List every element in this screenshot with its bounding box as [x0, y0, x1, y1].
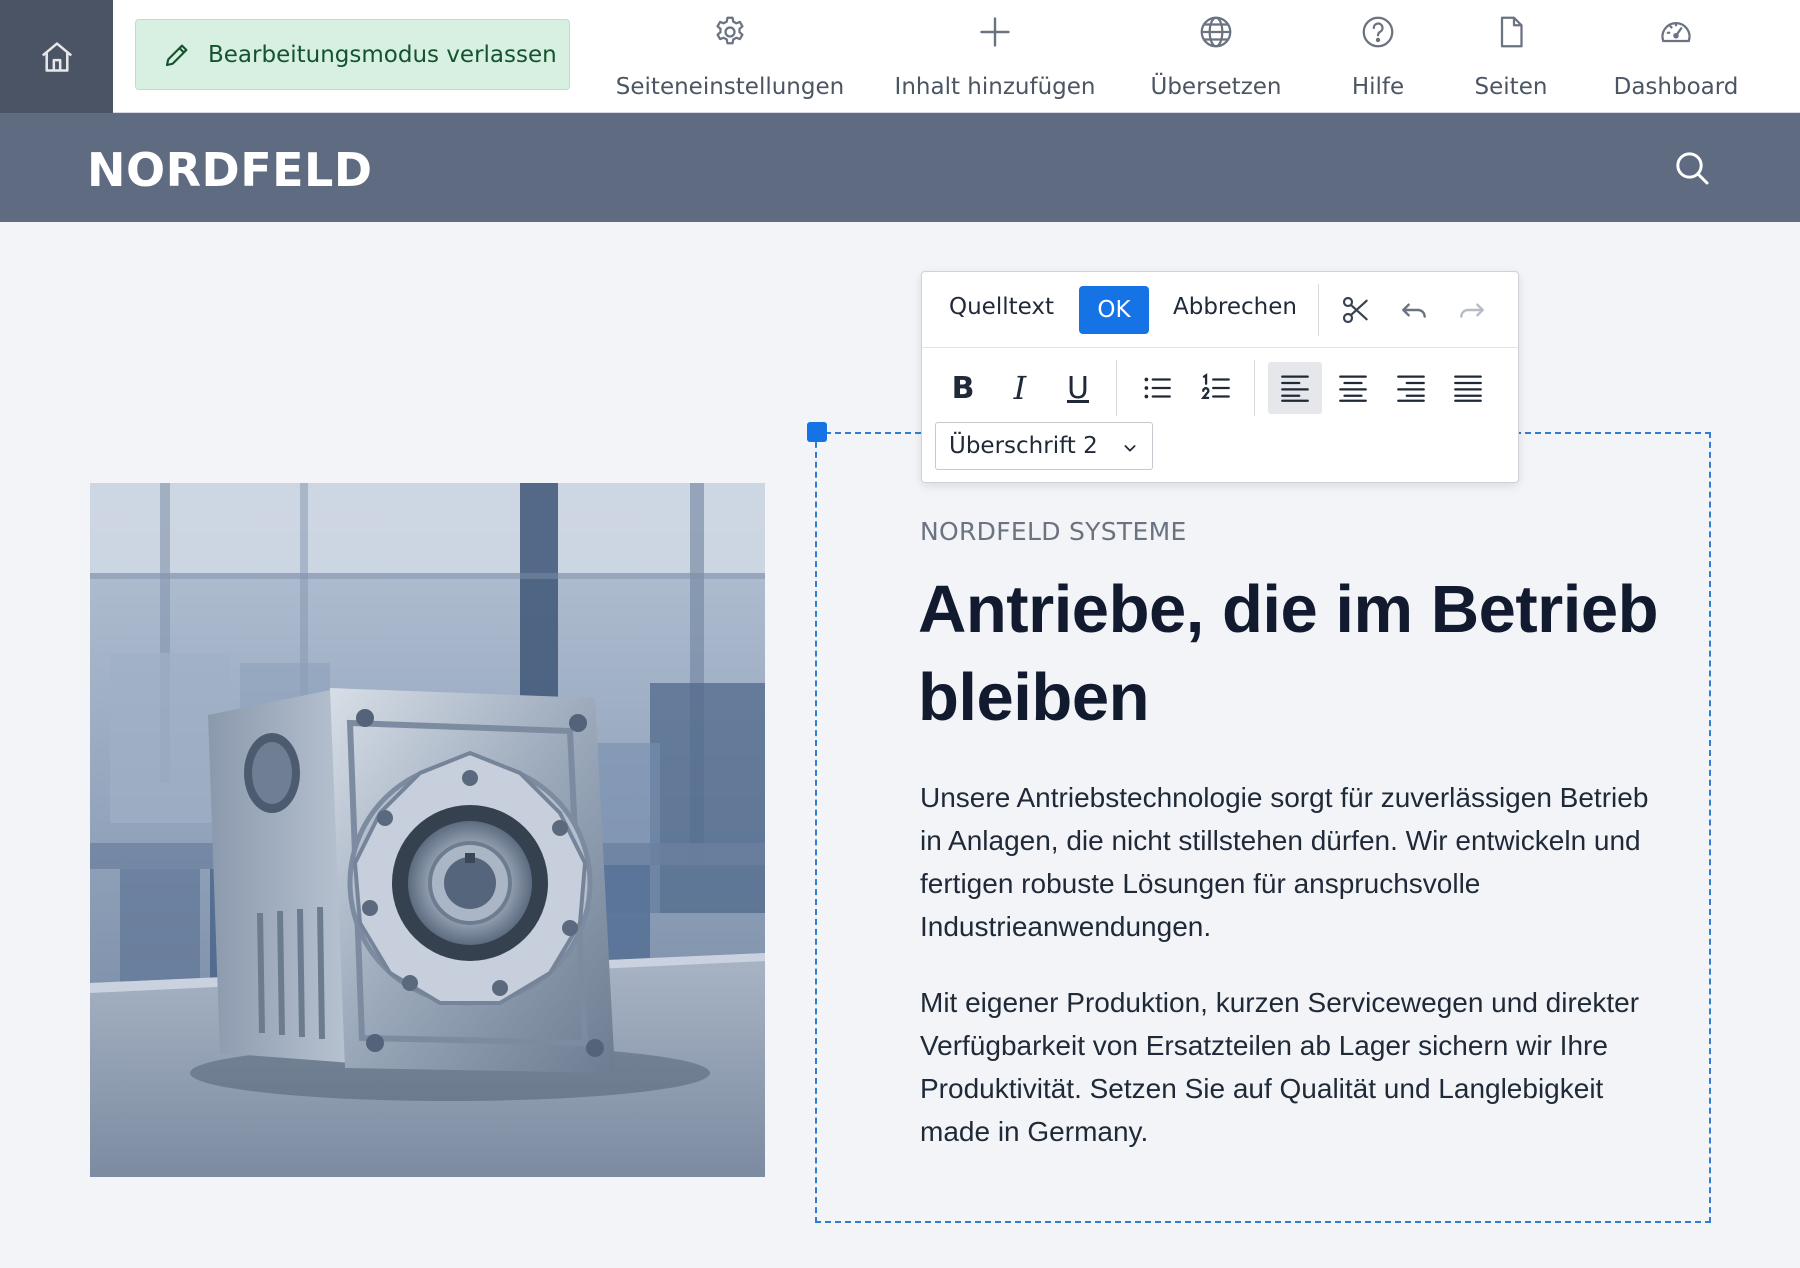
cancel-button[interactable]: Abbrechen	[1173, 294, 1297, 320]
exit-edit-mode-label: Bearbeitungsmodus verlassen	[208, 41, 557, 68]
bold-button[interactable]: B	[940, 365, 986, 411]
scissors-icon	[1342, 296, 1368, 324]
separator	[1254, 360, 1255, 416]
translate-label: Übersetzen	[1150, 74, 1282, 100]
undo-icon	[1402, 303, 1426, 318]
site-logo[interactable]: NORDFELD	[87, 143, 373, 197]
help-label: Hilfe	[1351, 74, 1405, 100]
redo-button[interactable]	[1454, 292, 1490, 328]
page-icon	[1500, 16, 1523, 48]
pencil-icon	[165, 44, 188, 66]
search-button[interactable]	[1672, 148, 1712, 192]
site-header: NORDFELD	[0, 113, 1800, 222]
block-drag-handle[interactable]	[807, 422, 827, 442]
home-button[interactable]	[0, 0, 113, 113]
pages-button[interactable]: Seiten	[1473, 14, 1549, 100]
bullet-list-button[interactable]	[1134, 365, 1180, 411]
bold-icon: B	[951, 370, 975, 406]
cut-button[interactable]	[1338, 292, 1374, 328]
source-button[interactable]: Quelltext	[949, 294, 1054, 320]
redo-icon	[1460, 303, 1484, 318]
home-icon	[41, 41, 72, 72]
gear-icon	[716, 16, 744, 45]
eyebrow-text[interactable]: NORDFELD SYSTEME	[920, 517, 1187, 546]
add-content-label: Inhalt hinzufügen	[894, 74, 1096, 100]
align-right-icon	[1397, 375, 1425, 402]
editor-action-row: Quelltext OK Abbrechen	[922, 272, 1518, 348]
globe-icon	[1200, 16, 1232, 48]
block-format-select[interactable]: Überschrift 2	[935, 422, 1153, 470]
add-content-button[interactable]: Inhalt hinzufügen	[894, 14, 1096, 100]
bullet-list-icon	[1144, 377, 1171, 399]
chevron-down-icon	[1124, 445, 1136, 452]
rich-text-editor-toolbar: Quelltext OK Abbrechen B I U Überschrift…	[921, 271, 1519, 483]
underline-button[interactable]: U	[1055, 365, 1101, 411]
block-format-value: Überschrift 2	[949, 433, 1098, 459]
align-center-icon	[1339, 375, 1367, 402]
align-left-button[interactable]	[1268, 362, 1322, 414]
help-icon	[1362, 16, 1394, 48]
gauge-icon	[1661, 22, 1691, 43]
dashboard-label: Dashboard	[1613, 74, 1739, 100]
paragraph-1[interactable]: Unsere Antriebstechnologie sorgt für zuv…	[920, 776, 1660, 948]
page-settings-label: Seiteneinstellungen	[615, 74, 845, 100]
separator	[1116, 360, 1117, 416]
exit-edit-mode-button[interactable]: Bearbeitungsmodus verlassen	[135, 19, 570, 90]
gearbox-photo[interactable]	[90, 483, 765, 1177]
numbered-list-icon	[1200, 373, 1230, 400]
numbered-list-button[interactable]	[1193, 365, 1239, 411]
headline[interactable]: Antriebe, die im Betrieb bleiben	[918, 566, 1678, 742]
align-justify-icon	[1454, 375, 1482, 402]
paragraph-2[interactable]: Mit eigener Produktion, kurzen Servicewe…	[920, 981, 1660, 1153]
ok-button[interactable]: OK	[1079, 286, 1149, 334]
admin-toolbar: Bearbeitungsmodus verlassen Seiteneinste…	[0, 0, 1800, 113]
page-settings-button[interactable]: Seiteneinstellungen	[616, 14, 844, 100]
translate-button[interactable]: Übersetzen	[1150, 14, 1282, 100]
plus-icon	[980, 17, 1010, 47]
align-right-button[interactable]	[1388, 365, 1434, 411]
undo-button[interactable]	[1396, 292, 1432, 328]
dashboard-button[interactable]: Dashboard	[1614, 14, 1738, 100]
align-center-button[interactable]	[1330, 365, 1376, 411]
underline-icon: U	[1067, 370, 1089, 406]
italic-icon: I	[1013, 369, 1027, 407]
align-justify-button[interactable]	[1445, 365, 1491, 411]
gearbox-illustration	[90, 483, 765, 1177]
pages-label: Seiten	[1474, 74, 1548, 100]
separator	[1318, 284, 1319, 336]
search-icon	[1676, 152, 1709, 185]
italic-button[interactable]: I	[997, 365, 1043, 411]
help-button[interactable]: Hilfe	[1350, 14, 1406, 100]
align-left-icon	[1281, 375, 1309, 402]
